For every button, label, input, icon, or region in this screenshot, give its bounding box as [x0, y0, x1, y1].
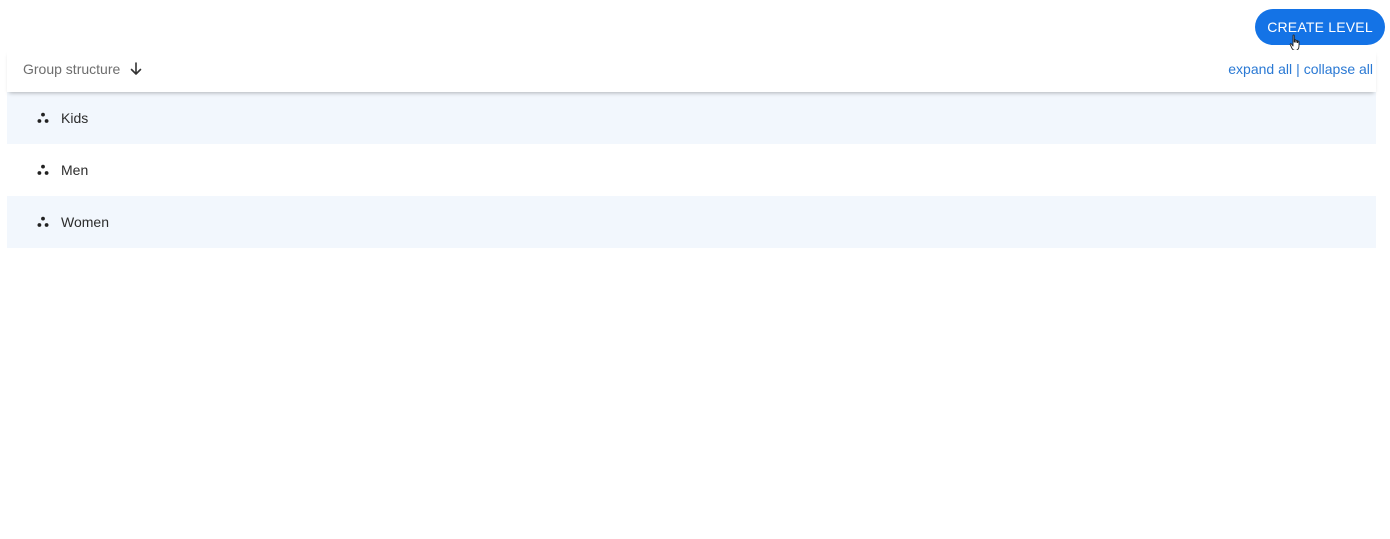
page: CREATE LEVEL Group structure expand all …	[0, 0, 1390, 539]
list-item[interactable]: Kids	[7, 92, 1376, 144]
list-header: Group structure expand all | collapse al…	[7, 50, 1376, 92]
create-level-label: CREATE LEVEL	[1267, 19, 1373, 35]
group-icon	[37, 216, 49, 227]
group-icon	[37, 112, 49, 123]
expand-collapse-links: expand all | collapse all	[1228, 61, 1373, 77]
group-structure-sort[interactable]: Group structure	[23, 61, 142, 77]
list-item-label: Men	[61, 162, 89, 178]
list-item[interactable]: Women	[7, 196, 1376, 248]
group-structure-label: Group structure	[23, 61, 121, 77]
list-item-label: Kids	[61, 110, 89, 126]
group-icon	[37, 164, 49, 175]
group-list: Kids Men Women	[7, 92, 1376, 248]
create-level-button[interactable]: CREATE LEVEL	[1255, 9, 1385, 45]
list-item-label: Women	[61, 214, 109, 230]
collapse-all-link[interactable]: collapse all	[1304, 61, 1373, 77]
arrow-down-icon	[130, 62, 142, 75]
link-separator: |	[1296, 61, 1300, 77]
list-item[interactable]: Men	[7, 144, 1376, 196]
expand-all-link[interactable]: expand all	[1228, 61, 1292, 77]
